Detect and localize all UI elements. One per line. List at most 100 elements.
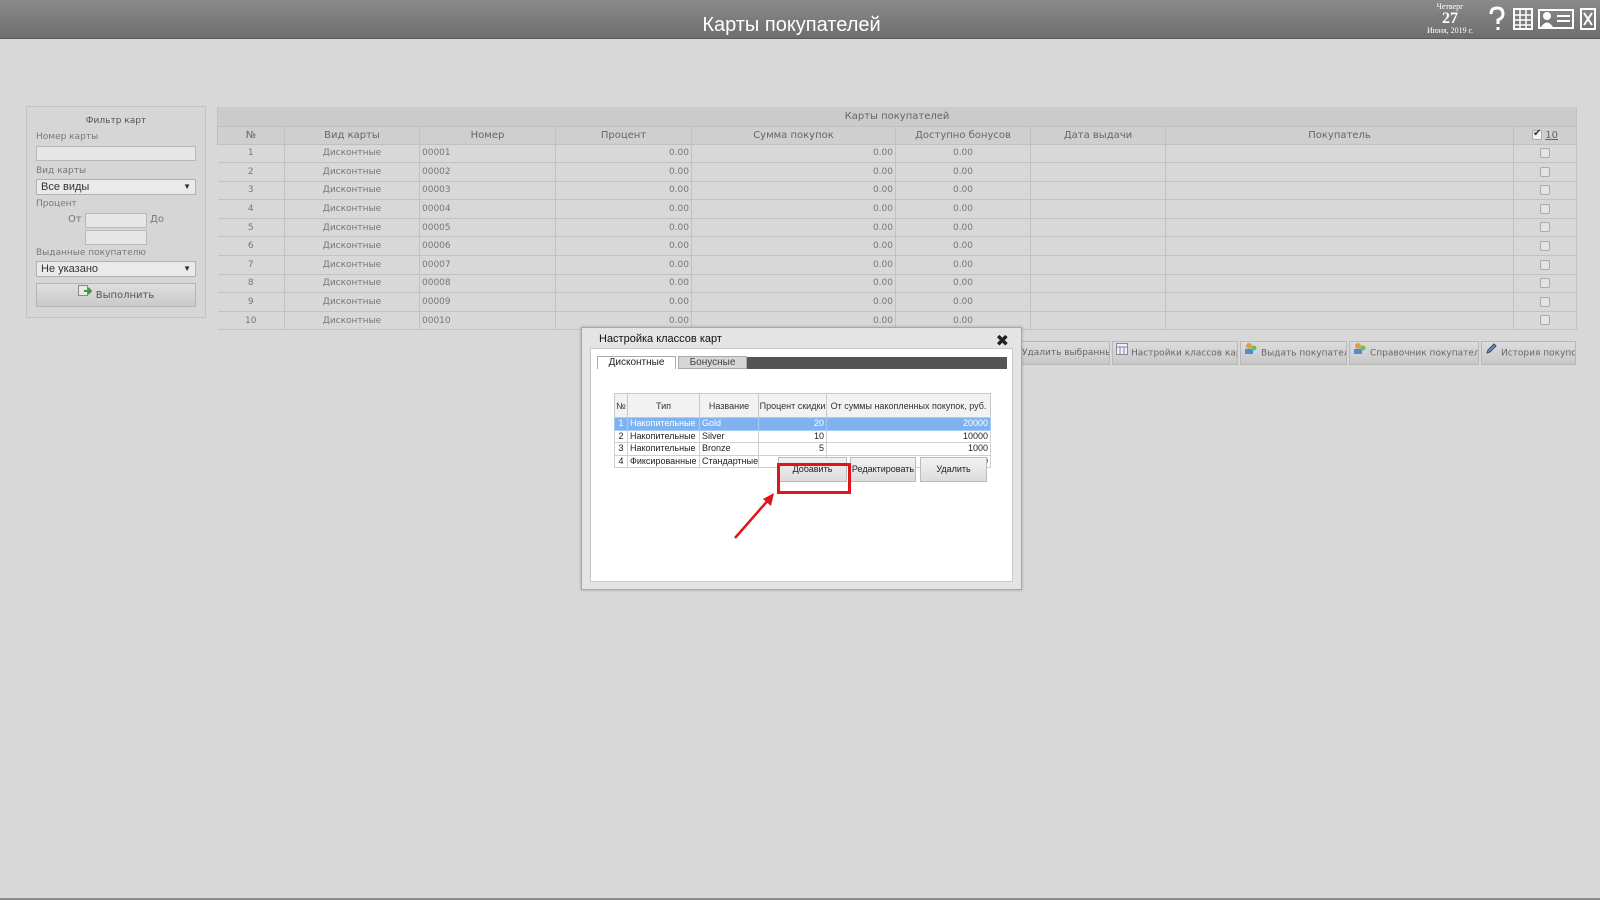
col-issue-date-header[interactable]: Дата выдачи [1030, 126, 1166, 145]
select-all-checkbox[interactable] [1532, 128, 1543, 140]
row-card-type: Дисконтные [284, 144, 420, 164]
row-buyer [1165, 311, 1514, 331]
row-card-type: Дисконтные [284, 274, 420, 294]
exit-icon[interactable] [1578, 4, 1598, 34]
run-filter-button[interactable]: Выполнить [36, 283, 196, 307]
tab-bonus[interactable]: Бонусные [678, 356, 747, 369]
row-available-bonus: 0.00 [895, 255, 1031, 275]
row-card-number: 00002 [419, 162, 556, 182]
row-buyer [1165, 255, 1514, 275]
delete-selected-button[interactable]: Удалить выбранные [1018, 341, 1110, 365]
row-percent: 0.00 [555, 181, 692, 201]
row-checkbox[interactable] [1540, 241, 1551, 252]
col-purchase-sum-header[interactable]: Сумма покупок [691, 126, 896, 145]
row-issue-date [1030, 311, 1166, 331]
col-available-bonus-header[interactable]: Доступно бонусов [895, 126, 1031, 145]
tab-discount[interactable]: Дисконтные [597, 356, 676, 369]
buyers-directory-button[interactable]: Справочник покупателей [1349, 341, 1479, 365]
purchase-history-button[interactable]: История покупок [1481, 341, 1576, 365]
row-buyer [1165, 236, 1514, 257]
col-percent-header[interactable]: Процент [555, 126, 692, 145]
class-row-name: Bronze [699, 442, 759, 456]
chevron-down-icon: ▼ [183, 264, 191, 273]
class-row-type: Накопительные [627, 442, 700, 456]
table-row[interactable]: 6 Дисконтные 00006 0.00 0.00 0.00 [217, 236, 1578, 257]
table-row[interactable]: 9 Дисконтные 00009 0.00 0.00 0.00 [217, 292, 1578, 312]
card-number-input[interactable] [36, 146, 196, 161]
row-issue-date [1030, 292, 1166, 312]
row-checkbox[interactable] [1540, 203, 1551, 214]
percent-to-input[interactable] [85, 230, 147, 245]
delete-button[interactable]: Удалить [920, 457, 987, 482]
row-card-number: 00007 [419, 255, 556, 275]
row-checkbox[interactable] [1540, 259, 1551, 270]
table-row[interactable]: 2 Дисконтные 00002 0.00 0.00 0.00 [217, 162, 1578, 182]
row-checkbox[interactable] [1540, 148, 1551, 159]
row-number: 4 [217, 199, 285, 219]
row-available-bonus: 0.00 [895, 199, 1031, 219]
class-row[interactable]: 1 Накопительные Gold 20 20000 [614, 417, 991, 431]
dialog-title: Настройка классов карт [599, 333, 722, 345]
col-number-header[interactable]: № [217, 126, 285, 145]
cards-table: Карты покупателей № Вид карты Номер Процент… [216, 107, 1578, 331]
card-filter-panel: Фильтр карт Номер карты Вид карты Все ви… [26, 106, 206, 318]
row-issue-date [1030, 199, 1166, 219]
table-row[interactable]: 5 Дисконтные 00005 0.00 0.00 0.00 [217, 218, 1578, 238]
table-row[interactable]: 7 Дисконтные 00007 0.00 0.00 0.00 [217, 255, 1578, 275]
issued-select[interactable]: Не указано ▼ [36, 261, 196, 277]
row-number: 6 [217, 236, 285, 257]
date-month-year: Июня, 2019 г. [1426, 26, 1474, 35]
row-issue-date [1030, 218, 1166, 238]
table-row[interactable]: 4 Дисконтные 00004 0.00 0.00 0.00 [217, 199, 1578, 219]
row-checkbox[interactable] [1540, 278, 1551, 289]
table-row[interactable]: 3 Дисконтные 00003 0.00 0.00 0.00 [217, 181, 1578, 201]
class-row-discount: 5 [758, 442, 827, 456]
col-card-number-header[interactable]: Номер [419, 126, 556, 145]
class-row-number: 1 [614, 417, 628, 431]
class-row[interactable]: 3 Накопительные Bronze 5 1000 [614, 442, 991, 456]
row-checkbox[interactable] [1540, 166, 1551, 177]
class-row[interactable]: 2 Накопительные Silver 10 10000 [614, 429, 991, 443]
select-all-header[interactable]: 10 [1512, 126, 1578, 145]
cards-table-caption: Карты покупателей [216, 107, 1578, 127]
row-percent: 0.00 [555, 274, 692, 294]
row-purchase-sum: 0.00 [691, 236, 896, 257]
row-buyer [1165, 274, 1514, 294]
table-row[interactable]: 1 Дисконтные 00001 0.00 0.00 0.00 [217, 144, 1578, 164]
help-icon[interactable] [1486, 4, 1508, 34]
class-settings-button[interactable]: Настройки классов карт [1112, 341, 1238, 365]
row-card-number: 00006 [419, 236, 556, 257]
row-checkbox[interactable] [1540, 296, 1551, 307]
issue-to-buyer-button[interactable]: Выдать покупателю [1240, 341, 1347, 365]
row-percent: 0.00 [555, 162, 692, 182]
class-row-name: Gold [699, 417, 759, 431]
select-count-link[interactable]: 10 [1545, 130, 1558, 141]
row-available-bonus: 0.00 [895, 144, 1031, 164]
table-row[interactable]: 8 Дисконтные 00008 0.00 0.00 0.00 [217, 274, 1578, 294]
col-buyer-header[interactable]: Покупатель [1165, 126, 1514, 145]
customer-card-icon[interactable] [1537, 4, 1575, 34]
calendar-table-icon [1116, 342, 1128, 364]
col-card-type-header[interactable]: Вид карты [284, 126, 420, 145]
delete-selected-label: Удалить выбранные [1022, 348, 1110, 358]
class-row-discount: 10 [758, 429, 827, 443]
class-row-name: Silver [699, 429, 759, 443]
row-checkbox[interactable] [1540, 222, 1551, 233]
class-row-from-sum: 10000 [826, 429, 991, 443]
buyers-directory-label: Справочник покупателей [1370, 348, 1479, 359]
card-class-settings-dialog: Настройка классов карт ✖ Дисконтные Бону… [581, 327, 1022, 590]
card-type-select[interactable]: Все виды ▼ [36, 179, 196, 195]
row-number: 1 [217, 144, 285, 164]
class-col-name-header: Название [699, 393, 759, 418]
row-card-number: 00008 [419, 274, 556, 294]
row-percent: 0.00 [555, 292, 692, 312]
row-checkbox[interactable] [1540, 185, 1551, 196]
edit-button[interactable]: Редактировать [850, 457, 916, 482]
row-select-cell [1513, 144, 1578, 164]
row-buyer [1165, 199, 1514, 219]
percent-from-input[interactable] [85, 213, 147, 228]
row-checkbox[interactable] [1540, 315, 1551, 326]
table-grid-icon[interactable] [1512, 4, 1534, 34]
card-type-value: Все виды [41, 181, 90, 193]
row-available-bonus: 0.00 [895, 236, 1031, 257]
